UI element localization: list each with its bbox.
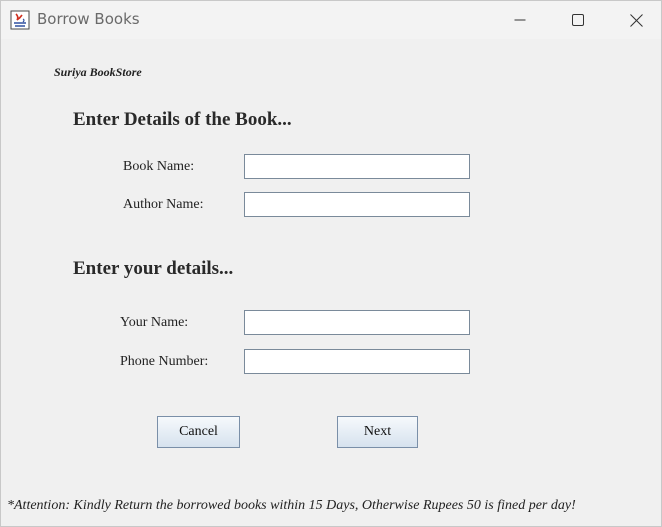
user-details-heading: Enter your details... bbox=[73, 258, 234, 279]
window-title: Borrow Books bbox=[37, 10, 140, 28]
maximize-icon bbox=[572, 14, 584, 26]
close-button[interactable] bbox=[607, 1, 662, 39]
book-name-input[interactable] bbox=[244, 154, 470, 179]
your-name-input[interactable] bbox=[244, 310, 470, 335]
your-name-label: Your Name: bbox=[120, 315, 189, 330]
book-details-heading: Enter Details of the Book... bbox=[73, 109, 292, 130]
author-name-label: Author Name: bbox=[123, 197, 204, 212]
store-name: Suriya BookStore bbox=[54, 65, 142, 79]
close-icon bbox=[629, 13, 643, 27]
attention-notice: *Attention: Kindly Return the borrowed b… bbox=[7, 498, 576, 513]
phone-number-input[interactable] bbox=[244, 349, 470, 374]
next-button[interactable]: Next bbox=[337, 416, 418, 448]
book-name-label: Book Name: bbox=[123, 159, 195, 174]
minimize-button[interactable] bbox=[491, 1, 549, 39]
cancel-button[interactable]: Cancel bbox=[157, 416, 240, 448]
title-bar[interactable]: Borrow Books bbox=[1, 1, 661, 39]
borrow-books-window: Borrow Books Suriya BookStore Enter Deta… bbox=[0, 0, 662, 527]
java-app-icon[interactable] bbox=[10, 10, 30, 30]
maximize-button[interactable] bbox=[549, 1, 607, 39]
minimize-icon bbox=[514, 14, 526, 26]
phone-number-label: Phone Number: bbox=[120, 354, 209, 369]
author-name-input[interactable] bbox=[244, 192, 470, 217]
